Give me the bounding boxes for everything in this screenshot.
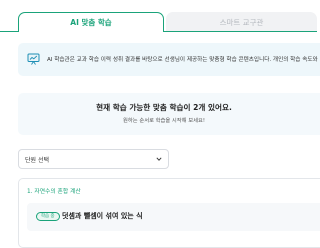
chevron-down-icon — [156, 157, 162, 161]
unit-section-card: 1. 자연수의 혼합 계산 학습 중 덧셈과 뺄셈이 섞여 있는 식 — [18, 178, 320, 248]
status-title: 현재 학습 가능한 맞춤 학습이 2개 있어요. — [96, 103, 232, 112]
unit-select-label: 단원 선택 — [25, 157, 49, 164]
tab-smart-tools-label: 스마트 교구관 — [219, 17, 264, 27]
tab-ai-learning[interactable]: AI 맞춤 학습 — [18, 12, 164, 32]
tab-smart-tools[interactable]: 스마트 교구관 — [166, 12, 317, 32]
tab-ai-learning-label: AI 맞춤 학습 — [70, 18, 112, 27]
info-banner: AI 학습관은 교과 학습 이력 성취 결과를 바탕으로 선생님이 제공하는 맞… — [18, 43, 320, 76]
lesson-item[interactable]: 학습 중 덧셈과 뺄셈이 섞여 있는 식 — [27, 203, 320, 231]
learning-status-card: 현재 학습 가능한 맞춤 학습이 2개 있어요. 원하는 순서로 학습을 시작해… — [18, 93, 320, 135]
info-banner-text: AI 학습관은 교과 학습 이력 성취 결과를 바탕으로 선생님이 제공하는 맞… — [47, 57, 318, 63]
presentation-board-icon — [27, 53, 40, 65]
section-title: 1. 자연수의 혼합 계산 — [27, 189, 81, 195]
status-subtitle: 원하는 순서로 학습을 시작해 보세요! — [123, 118, 205, 124]
unit-select-dropdown[interactable]: 단원 선택 — [18, 149, 169, 169]
status-badge: 학습 중 — [36, 212, 60, 221]
lesson-title: 덧셈과 뺄셈이 섞여 있는 식 — [62, 212, 143, 220]
